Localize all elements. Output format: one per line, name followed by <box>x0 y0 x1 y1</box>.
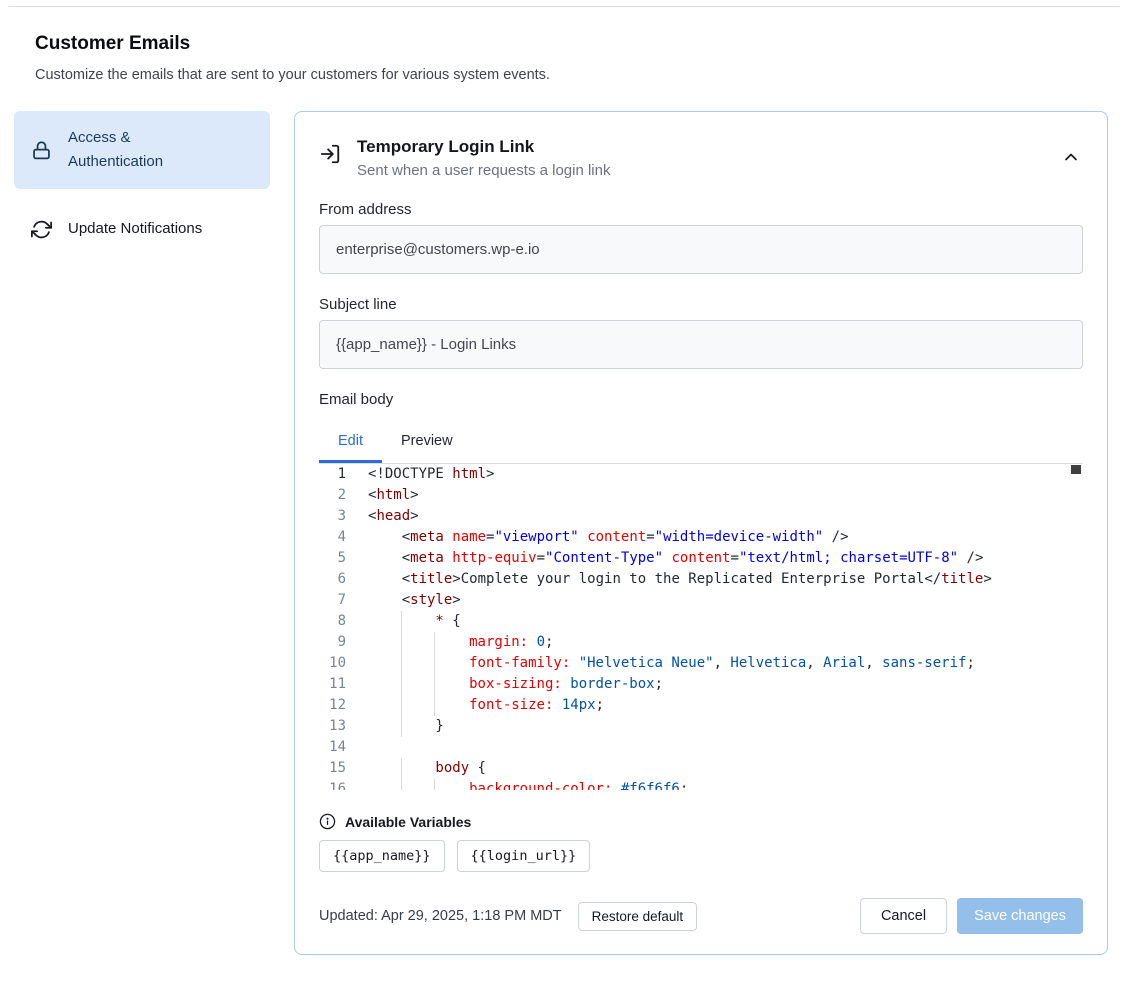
tab-preview[interactable]: Preview <box>382 420 472 463</box>
from-address-input[interactable] <box>319 225 1083 274</box>
code-line: 1<!DOCTYPE html> <box>319 464 1083 485</box>
code-line: 15body { <box>319 758 1083 779</box>
card-footer: Updated: Apr 29, 2025, 1:18 PM MDT Resto… <box>319 898 1083 934</box>
restore-default-button[interactable]: Restore default <box>578 902 698 931</box>
editor-scrollbar[interactable] <box>1071 465 1082 790</box>
line-number: 12 <box>319 695 368 716</box>
subject-line-input[interactable] <box>319 320 1083 369</box>
available-variables-section: Available Variables {{app_name}} {{login_… <box>319 813 1083 872</box>
sidebar-item-update-notifications[interactable]: Update Notifications <box>14 202 270 256</box>
info-icon <box>319 813 336 830</box>
line-number: 1 <box>319 464 368 485</box>
code-line: 5<meta http-equiv="Content-Type" content… <box>319 548 1083 569</box>
editor-lines: 1<!DOCTYPE html>2<html>3<head>4<meta nam… <box>319 464 1083 790</box>
code-line: 10font-family: "Helvetica Neue", Helveti… <box>319 653 1083 674</box>
email-body-label: Email body <box>319 391 1083 408</box>
code-line: 4<meta name="viewport" content="width=de… <box>319 527 1083 548</box>
updated-timestamp: Updated: Apr 29, 2025, 1:18 PM MDT <box>319 908 562 924</box>
card-header-text: Temporary Login Link Sent when a user re… <box>357 137 610 179</box>
subject-line-label: Subject line <box>319 296 1083 313</box>
editor-tabs: EditPreview <box>319 420 1083 464</box>
line-number: 10 <box>319 653 368 674</box>
email-settings-card: Temporary Login Link Sent when a user re… <box>294 111 1108 955</box>
line-number: 6 <box>319 569 368 590</box>
line-number: 9 <box>319 632 368 653</box>
code-line: 9margin: 0; <box>319 632 1083 653</box>
code-line: 3<head> <box>319 506 1083 527</box>
chevron-up-icon <box>1061 147 1081 167</box>
code-line: 11box-sizing: border-box; <box>319 674 1083 695</box>
available-variables-header: Available Variables <box>319 813 1083 830</box>
variable-chip[interactable]: {{app_name}} <box>319 840 445 872</box>
line-number: 14 <box>319 737 368 758</box>
scrollbar-thumb[interactable] <box>1071 465 1081 474</box>
sidebar-item-access-authentication[interactable]: Access & Authentication <box>14 111 270 189</box>
cancel-button[interactable]: Cancel <box>860 898 947 934</box>
line-number: 13 <box>319 716 368 737</box>
code-editor[interactable]: 1<!DOCTYPE html>2<html>3<head>4<meta nam… <box>319 464 1083 790</box>
card-subtitle: Sent when a user requests a login link <box>357 162 610 179</box>
from-address-label: From address <box>319 201 1083 218</box>
login-icon <box>319 143 341 165</box>
line-number: 7 <box>319 590 368 611</box>
page-header: Customer Emails Customize the emails tha… <box>35 33 1108 83</box>
line-number: 16 <box>319 779 368 790</box>
sidebar-item-label: Update Notifications <box>68 217 202 241</box>
card-header: Temporary Login Link Sent when a user re… <box>319 137 1083 179</box>
line-number: 15 <box>319 758 368 779</box>
sidebar-item-label: Access & Authentication <box>68 126 208 174</box>
line-number: 2 <box>319 485 368 506</box>
page-title: Customer Emails <box>35 33 1108 55</box>
code-line: 16background-color: #f6f6f6; <box>319 779 1083 790</box>
lock-icon <box>31 140 52 161</box>
collapse-button[interactable] <box>1059 145 1083 172</box>
line-number: 4 <box>319 527 368 548</box>
available-variables-label: Available Variables <box>345 814 471 830</box>
main-layout: Access & Authentication Update Notificati… <box>14 111 1108 955</box>
variable-chip[interactable]: {{login_url}} <box>457 840 591 872</box>
code-line: 14 <box>319 737 1083 758</box>
code-line: 13} <box>319 716 1083 737</box>
line-number: 5 <box>319 548 368 569</box>
refresh-icon <box>31 219 52 240</box>
code-line: 2<html> <box>319 485 1083 506</box>
line-number: 3 <box>319 506 368 527</box>
code-line: 12font-size: 14px; <box>319 695 1083 716</box>
top-divider <box>8 6 1120 7</box>
code-line: 8* { <box>319 611 1083 632</box>
code-line: 7<style> <box>319 590 1083 611</box>
page-subtitle: Customize the emails that are sent to yo… <box>35 67 1108 83</box>
tab-edit[interactable]: Edit <box>319 420 382 463</box>
sidebar: Access & Authentication Update Notificati… <box>14 111 270 256</box>
card-title: Temporary Login Link <box>357 137 610 157</box>
save-changes-button[interactable]: Save changes <box>957 898 1083 934</box>
line-number: 8 <box>319 611 368 632</box>
code-line: 6<title>Complete your login to the Repli… <box>319 569 1083 590</box>
variable-chips: {{app_name}} {{login_url}} <box>319 840 1083 872</box>
line-number: 11 <box>319 674 368 695</box>
customer-emails-page: Customer Emails Customize the emails tha… <box>0 33 1128 955</box>
